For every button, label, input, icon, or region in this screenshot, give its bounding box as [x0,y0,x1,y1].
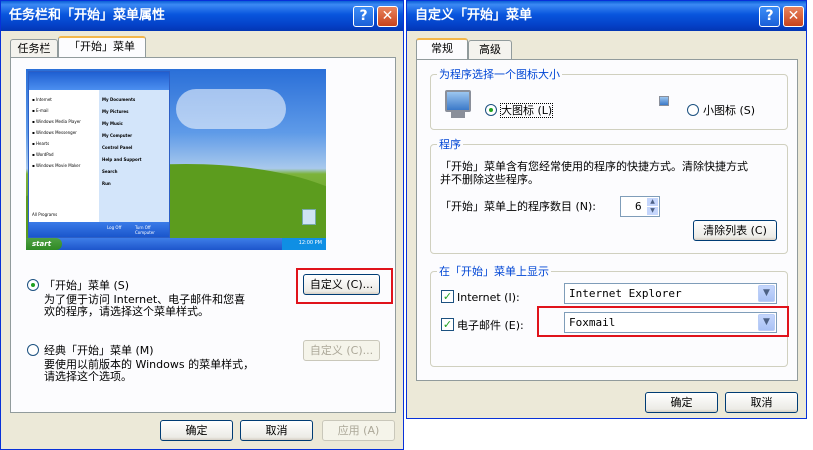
preview-menu-left-item: ▪ E-mail [32,108,49,113]
preview-clock: 12:00 PM [298,240,322,246]
preview-turnoff: Turn Off Computer [135,225,155,235]
preview-menu-right-item: Help and Support [102,157,142,162]
close-button-icon[interactable]: ✕ [377,6,398,27]
large-computer-icon [445,90,471,112]
tab-start-menu[interactable]: 「开始」菜单 [58,36,146,58]
internet-checkbox[interactable]: ✓ [441,290,454,303]
customize-start-menu-window: 自定义「开始」菜单 ? ✕ 常规 高级 为程序选择一个图标大小 大图标 (L) … [406,0,807,419]
apply-button[interactable]: 应用 (A) [322,420,395,441]
cancel-button[interactable]: 取消 [240,420,313,441]
chevron-down-icon[interactable]: ▼ [758,285,775,302]
preview-menu-right-item: My Documents [102,97,136,102]
preview-logoff: Log Off [107,225,122,230]
help-button-icon[interactable]: ? [353,6,374,27]
program-count-label: 「开始」菜单上的程序数目 (N): [440,200,597,213]
show-on-start-legend: 在「开始」菜单上显示 [437,265,551,278]
programs-legend: 程序 [437,138,463,151]
classic-option-desc2: 请选择这个选项。 [44,370,132,383]
program-count-spinner[interactable]: 6 ▲ ▼ [620,196,660,217]
preview-menu-right-item: Run [102,181,111,186]
programs-desc2: 并不删除这些程序。 [440,173,539,186]
radio-classic-start-menu[interactable] [27,344,39,356]
preview-start-label: start [32,240,52,248]
right-window-title: 自定义「开始」菜单 [415,8,533,23]
small-computer-icon [659,96,669,106]
icon-size-legend: 为程序选择一个图标大小 [437,68,562,81]
tab-advanced[interactable]: 高级 [468,40,512,60]
highlight-email [537,306,789,337]
program-count-value: 6 [635,200,642,213]
preview-menu-right-item: My Music [102,121,123,126]
radio-start-menu[interactable] [27,279,39,291]
preview-recycle-bin-icon [302,209,316,225]
email-label: 电子邮件 (E): [457,319,524,332]
start-menu-option-desc2: 欢的程序，请选择这个菜单样式。 [44,305,209,318]
preview-clouds [176,89,286,129]
ok-button[interactable]: 确定 [160,420,233,441]
preview-menu-left-item: ▪ Windows Media Player [32,119,81,124]
preview-menu-left-item: ▪ Internet [32,97,52,102]
highlight-customize [296,268,393,304]
tab-start-menu-label: 「开始」菜单 [69,40,135,53]
start-menu-preview: Log Off Turn Off Computer ▪ Internet ▪ E-… [26,69,326,250]
close-button-icon[interactable]: ✕ [783,6,804,27]
cancel-button[interactable]: 取消 [725,392,798,413]
preview-menu-left-item: ▪ Windows Messenger [32,130,77,135]
tab-general-label: 常规 [431,42,453,55]
tab-general[interactable]: 常规 [416,38,468,60]
programs-desc1: 「开始」菜单含有您经常使用的程序的快捷方式。清除快捷方式 [440,160,748,173]
spinner-up-icon[interactable]: ▲ [647,198,658,206]
internet-dropdown[interactable]: Internet Explorer ▼ [564,283,777,304]
spinner-down-icon[interactable]: ▼ [647,207,658,215]
help-button-icon[interactable]: ? [759,6,780,27]
preview-menu-left-item: ▪ Windows Movie Maker [32,163,81,168]
left-window-titlebar[interactable]: 任务栏和「开始」菜单属性 ? ✕ [1,1,403,31]
left-tab-panel: Log Off Turn Off Computer ▪ Internet ▪ E-… [10,57,396,413]
right-window-titlebar[interactable]: 自定义「开始」菜单 ? ✕ [407,1,806,31]
right-tab-panel: 为程序选择一个图标大小 大图标 (L) 小图标 (S) 程序 「开始」菜单含有您… [416,59,798,381]
preview-menu-right-item: Search [102,169,118,174]
tab-advanced-label: 高级 [479,43,501,56]
preview-taskbar: start 12:00 PM [26,238,326,250]
email-checkbox[interactable]: ✓ [441,318,454,331]
internet-dropdown-value: Internet Explorer [569,287,682,300]
preview-start-button: start [26,238,62,250]
radio-large-icons[interactable] [485,104,497,116]
large-icons-label: 大图标 (L) [499,103,554,118]
preview-menu-right-item: My Computer [102,133,133,138]
preview-menu-left-item: ▪ WordPad [32,152,54,157]
preview-all-programs: All Programs [32,212,58,217]
tab-taskbar[interactable]: 任务栏 [10,39,58,59]
classic-option-label: 经典「开始」菜单 (M) [44,344,154,357]
preview-menu-right-item: Control Panel [102,145,133,150]
radio-small-icons[interactable] [687,104,699,116]
start-menu-option-label: 「开始」菜单 (S) [44,279,130,292]
left-window-title: 任务栏和「开始」菜单属性 [9,8,166,23]
taskbar-start-properties-window: 任务栏和「开始」菜单属性 ? ✕ 任务栏 「开始」菜单 Log Off Turn… [0,0,404,450]
customize-classic-button[interactable]: 自定义 (C)... [303,340,380,361]
preview-menu: Log Off Turn Off Computer ▪ Internet ▪ E-… [28,71,170,238]
large-computer-stand-icon [451,112,465,118]
icon-size-group [430,74,788,130]
ok-button[interactable]: 确定 [645,392,718,413]
tab-taskbar-label: 任务栏 [17,42,51,55]
preview-menu-right-item: My Pictures [102,109,129,114]
internet-label: Internet (I): [457,291,520,304]
preview-menu-left-item: ▪ Hearts [32,141,50,146]
clear-list-button[interactable]: 清除列表 (C) [693,220,777,241]
small-icons-label: 小图标 (S) [703,104,756,117]
